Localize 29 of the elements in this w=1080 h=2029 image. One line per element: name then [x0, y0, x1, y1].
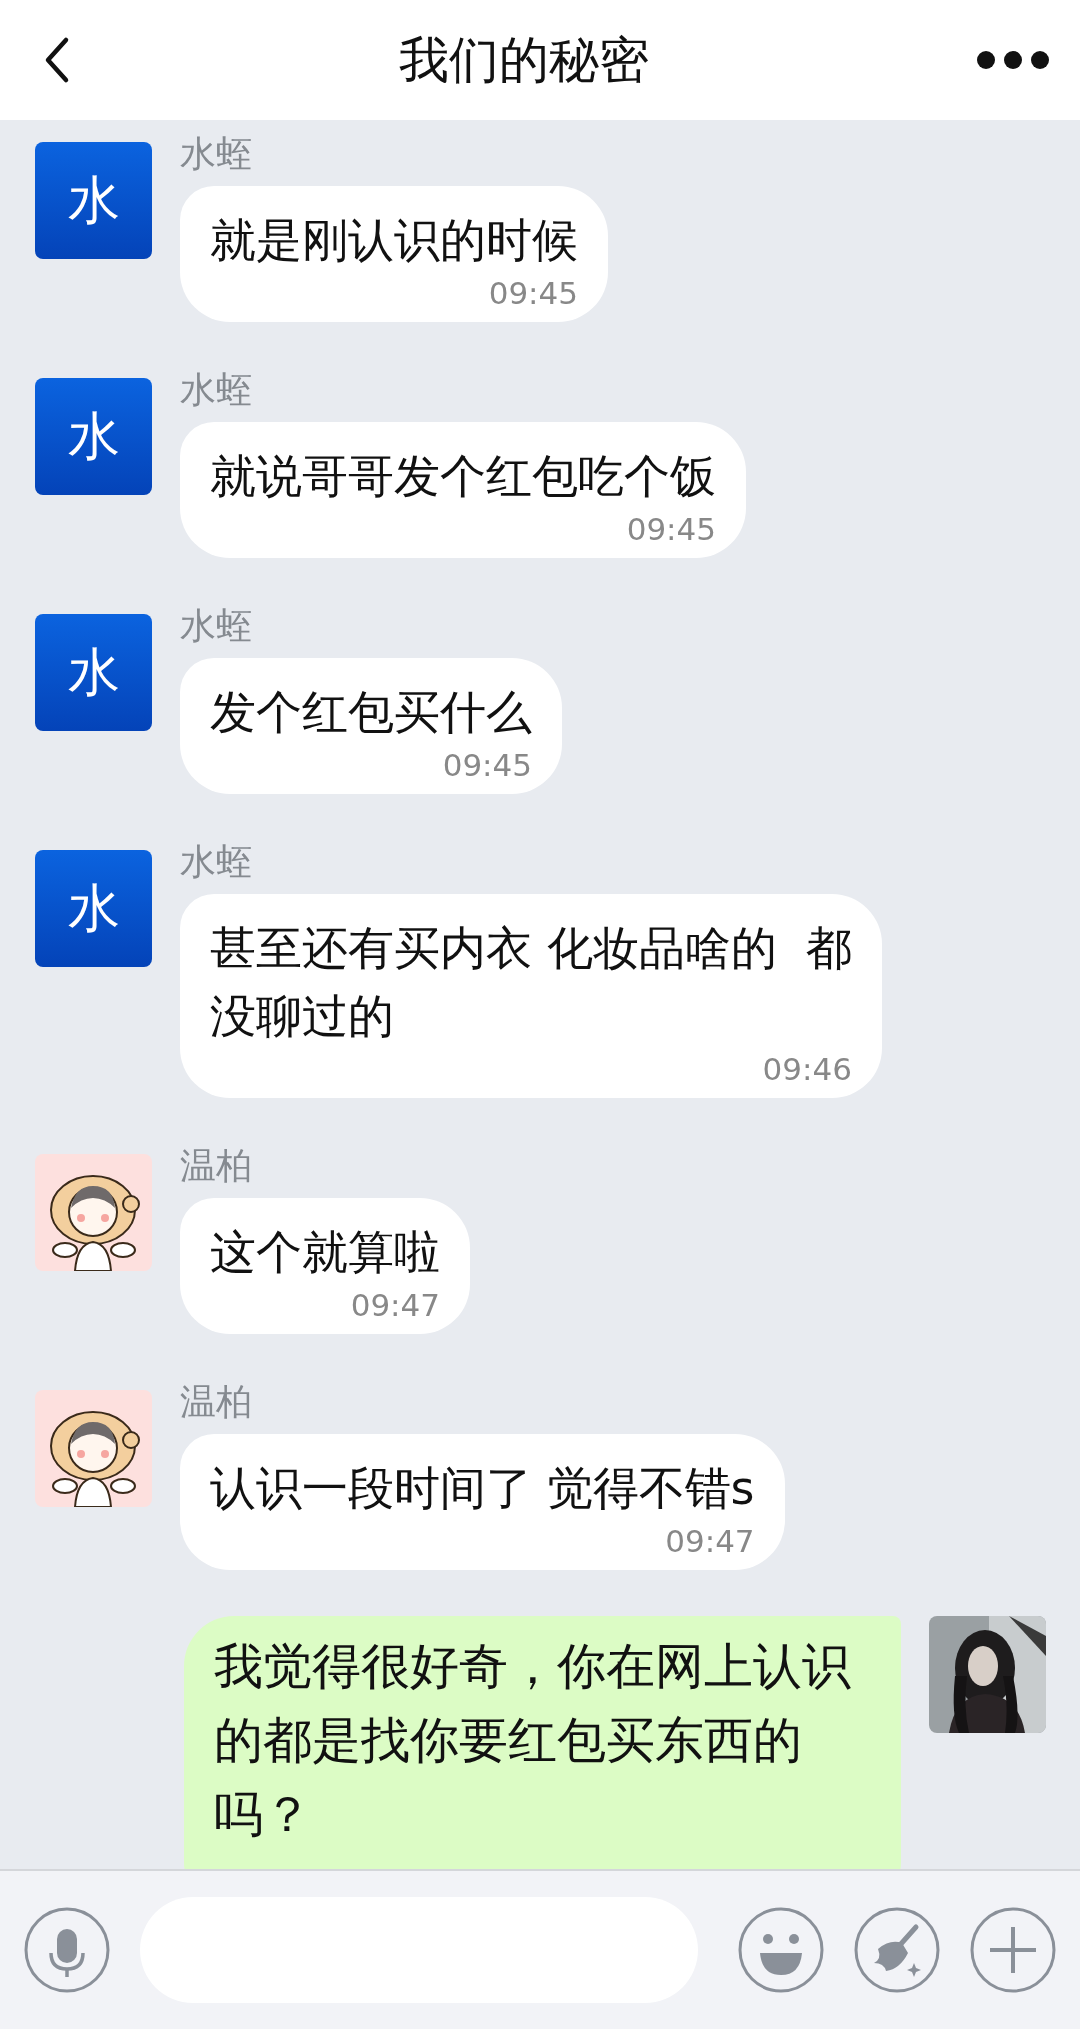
- message-text: 发个红包买什么: [210, 684, 532, 741]
- avatar: 水: [35, 142, 152, 259]
- message-text: 认识一段时间了 觉得不错s: [210, 1460, 755, 1517]
- message-time: 09:45: [442, 746, 532, 784]
- message-time: 09:45: [626, 510, 716, 548]
- message-text: 这个就算啦: [210, 1224, 440, 1281]
- message-time: 09:46: [762, 1050, 852, 1088]
- avatar: 水: [35, 614, 152, 731]
- sender-name: 水蛭: [180, 840, 252, 884]
- message-time: 09:47: [350, 1286, 440, 1324]
- broom-icon[interactable]: [854, 1907, 940, 1993]
- avatar: 水: [35, 378, 152, 495]
- message-text: 我觉得很好奇，你在网上认识 的都是找你要红包买东西的 吗？: [214, 1637, 851, 1845]
- avatar: 水: [35, 850, 152, 967]
- message-text: 就是刚认识的时候: [210, 212, 578, 269]
- chat-title: 我们的秘密: [399, 29, 649, 91]
- message-text: 甚至还有买内衣 化妆品啥的 都 没聊过的: [210, 920, 852, 1045]
- message-time: 09:47: [665, 1522, 755, 1560]
- sender-name: 水蛭: [180, 604, 252, 648]
- sender-name: 温柏: [180, 1380, 252, 1424]
- sender-name: 水蛭: [180, 368, 252, 412]
- more-icon[interactable]: [976, 50, 1050, 70]
- message-text: 就说哥哥发个红包吃个饭: [210, 448, 716, 505]
- sender-name: 水蛭: [180, 132, 252, 176]
- plus-icon[interactable]: [970, 1907, 1056, 1993]
- sender-name: 温柏: [180, 1144, 252, 1188]
- microphone-icon[interactable]: [24, 1907, 110, 1993]
- smiley-icon[interactable]: [738, 1907, 824, 1993]
- message-time: 09:45: [488, 274, 578, 312]
